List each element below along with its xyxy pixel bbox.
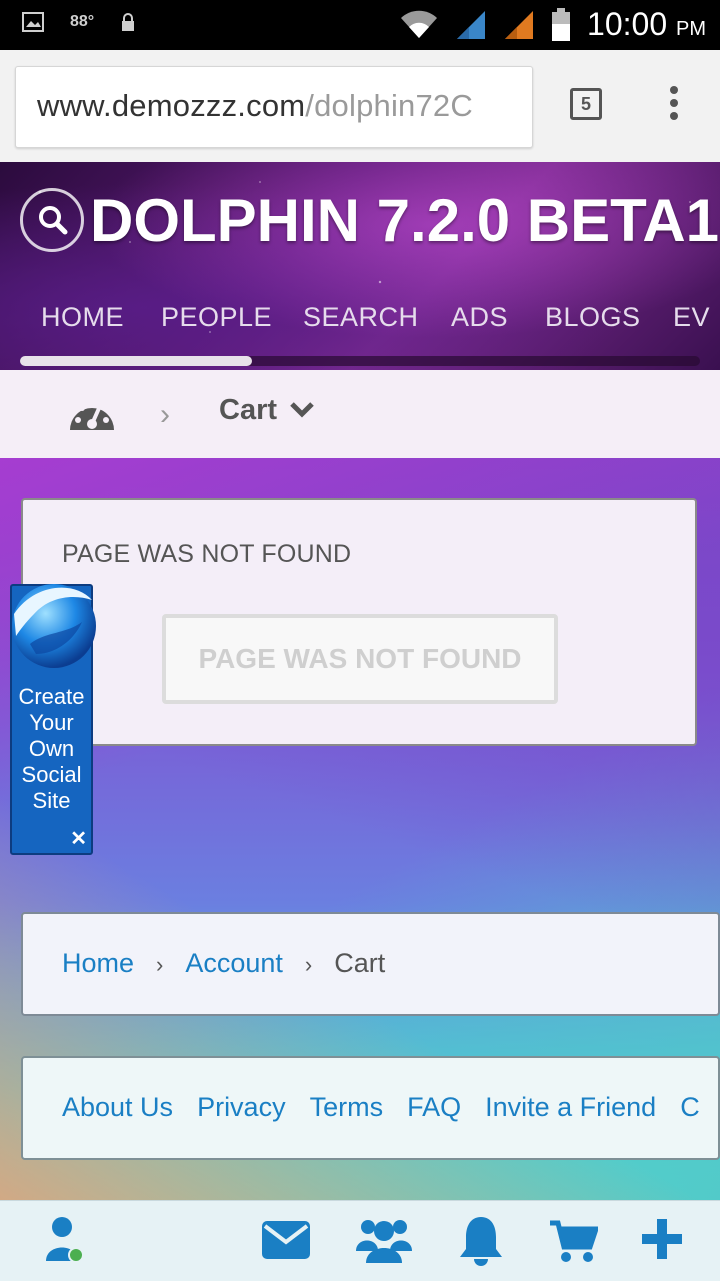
crumb-current-dropdown[interactable]: Cart: [219, 394, 315, 427]
nav-home[interactable]: HOME: [41, 302, 124, 333]
signal-orange-icon: [505, 10, 534, 39]
plus-icon[interactable]: [642, 1219, 682, 1259]
footer-links: About Us Privacy Terms FAQ Invite a Friend C: [62, 1092, 720, 1123]
battery-icon: [552, 7, 571, 41]
footer-link-contact[interactable]: C: [680, 1092, 700, 1122]
crumb-current-label: Cart: [219, 394, 278, 426]
footer-link-terms[interactable]: Terms: [310, 1092, 384, 1122]
status-bar: 88° 10:00 PM: [0, 0, 720, 50]
breadcrumb-separator: ›: [304, 952, 313, 977]
widget-line: Own: [28, 736, 75, 761]
nav-blogs[interactable]: BLOGS: [545, 302, 641, 333]
url-bar[interactable]: www.demozzz.com/dolphin72C: [15, 66, 533, 148]
url-domain: www.demozzz.com: [37, 88, 306, 123]
wifi-icon: [401, 10, 438, 38]
nav-people[interactable]: PEOPLE: [161, 302, 272, 333]
breadcrumb: Home › Account › Cart: [62, 948, 385, 979]
url-path: /dolphin72C: [305, 88, 473, 123]
user-icon[interactable]: [44, 1215, 86, 1265]
breadcrumb-separator: ›: [156, 952, 164, 977]
friends-icon[interactable]: [356, 1215, 412, 1265]
footer-link-about[interactable]: About Us: [62, 1092, 173, 1122]
main-nav: HOME PEOPLE SEARCH ADS BLOGS EV: [0, 302, 720, 342]
card-heading: PAGE WAS NOT FOUND: [62, 540, 352, 568]
breadcrumb-account-link[interactable]: Account: [185, 948, 283, 978]
bottom-toolbar: [0, 1200, 720, 1281]
breadcrumb-current: Cart: [334, 948, 386, 978]
widget-line: Your: [29, 710, 74, 735]
site-header: DOLPHIN 7.2.0 BETA1 HOME PEOPLE SEARCH A…: [0, 162, 720, 370]
site-search-button[interactable]: [20, 188, 84, 252]
tab-switcher-button[interactable]: 5: [570, 88, 602, 120]
not-found-message-box: PAGE WAS NOT FOUND: [162, 614, 558, 704]
clock-time: 10:00: [587, 6, 668, 42]
footer-link-invite[interactable]: Invite a Friend: [485, 1092, 656, 1122]
status-right: 10:00 PM: [399, 6, 706, 43]
nav-events[interactable]: EV: [673, 302, 710, 333]
site-title[interactable]: DOLPHIN 7.2.0 BETA1: [90, 186, 719, 255]
browser-toolbar: www.demozzz.com/dolphin72C 5: [0, 50, 720, 162]
gallery-notification-icon: [22, 12, 44, 32]
dashboard-icon[interactable]: [66, 394, 118, 434]
cart-icon[interactable]: [550, 1219, 598, 1263]
mail-icon[interactable]: [262, 1221, 310, 1259]
temperature-text: 88°: [70, 13, 95, 30]
signal-blue-icon: [457, 10, 486, 39]
bell-icon[interactable]: [458, 1215, 504, 1267]
crumb-chevron-icon: ›: [160, 398, 170, 431]
breadcrumb-home-link[interactable]: Home: [62, 948, 134, 978]
clock: 10:00 PM: [587, 6, 706, 43]
nav-ads[interactable]: ADS: [451, 302, 508, 333]
widget-line: Create: [18, 684, 85, 709]
lock-icon: [122, 13, 135, 31]
not-found-message: PAGE WAS NOT FOUND: [198, 643, 522, 674]
close-icon[interactable]: ✕: [70, 826, 87, 851]
search-icon: [39, 206, 68, 235]
widget-line: Social: [21, 762, 82, 787]
nav-scrollbar[interactable]: [20, 356, 700, 366]
widget-text: Create Your Own Social Site: [12, 684, 91, 814]
nav-search[interactable]: SEARCH: [303, 302, 419, 333]
url-text[interactable]: www.demozzz.com/dolphin72C: [37, 88, 473, 124]
widget-line: Site: [32, 788, 71, 813]
status-left: 88°: [22, 12, 136, 32]
chevron-down-icon: [290, 402, 314, 418]
clock-ampm: PM: [676, 18, 706, 40]
nav-scrollbar-thumb[interactable]: [20, 356, 252, 366]
overflow-menu-icon[interactable]: [664, 86, 684, 126]
dolphin-globe-icon: [12, 584, 96, 668]
footer-link-faq[interactable]: FAQ: [407, 1092, 461, 1122]
footer-link-privacy[interactable]: Privacy: [197, 1092, 286, 1122]
